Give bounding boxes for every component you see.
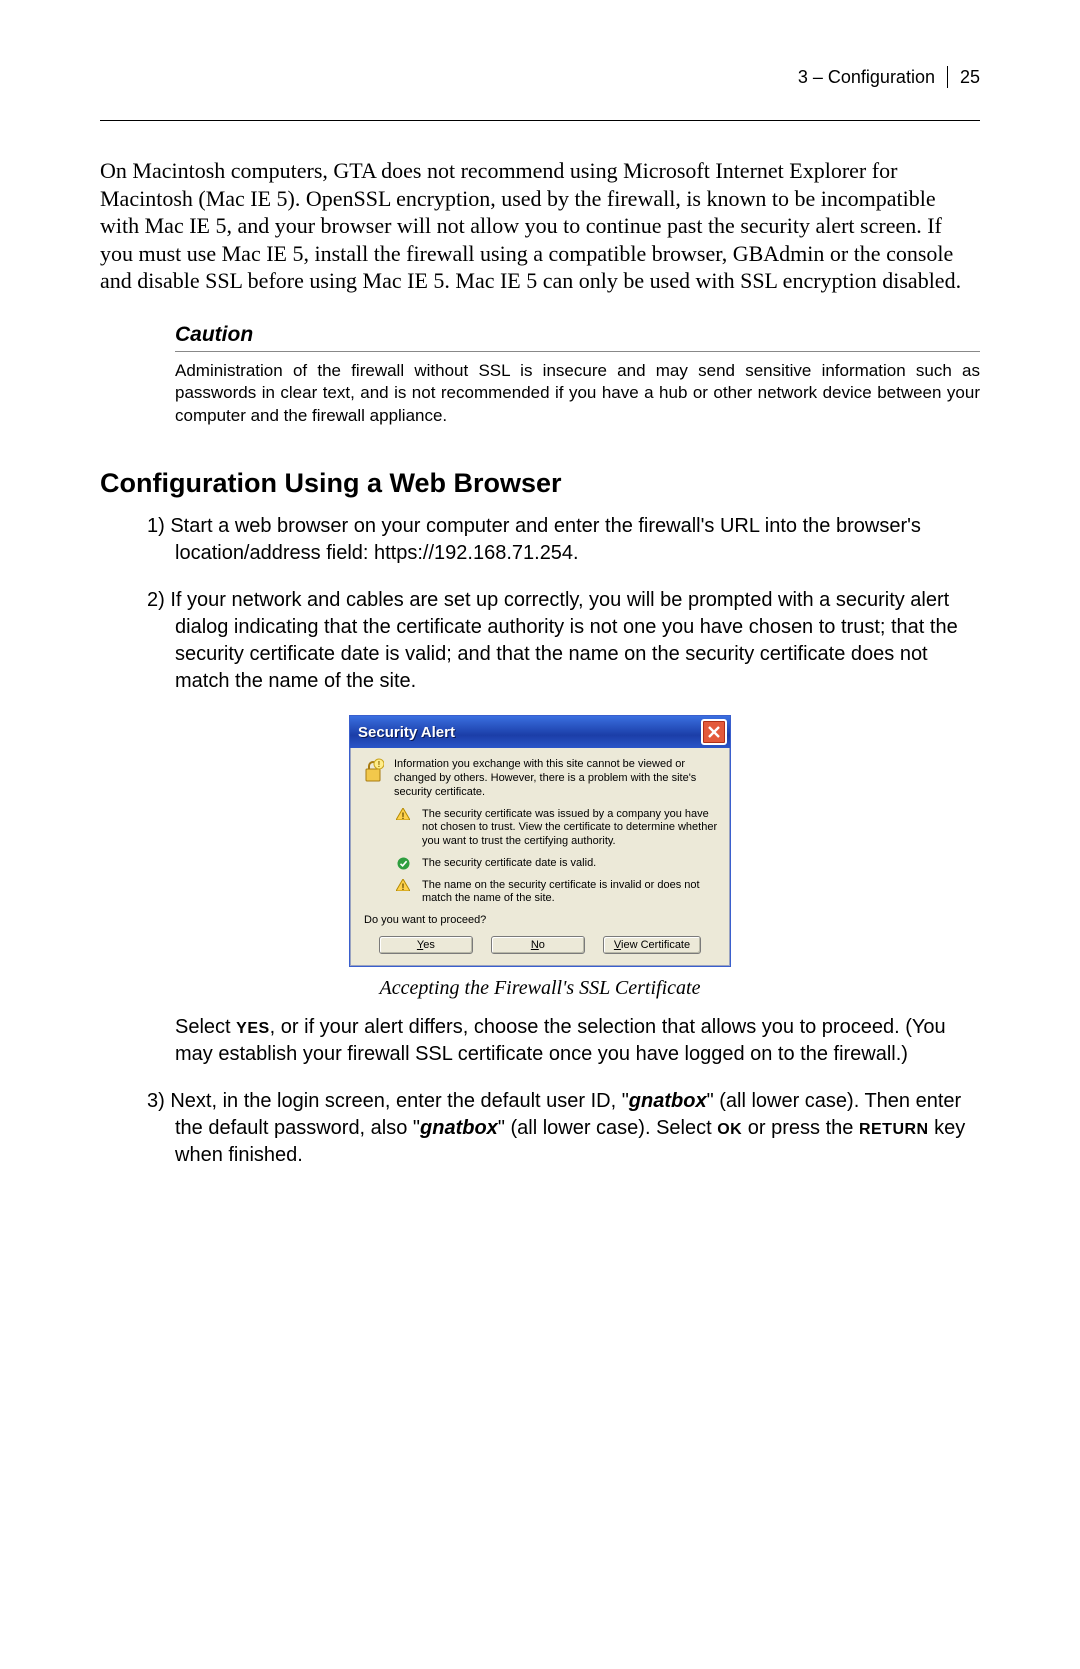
caution-block: Caution Administration of the firewall w…	[100, 323, 980, 429]
view-certificate-button[interactable]: View Certificate	[603, 936, 701, 954]
dialog-button-row: Yes No View Certificate	[362, 936, 718, 954]
step-1: 1) Start a web browser on your computer …	[100, 513, 980, 567]
dialog-item-1: The security certificate was issued by a…	[422, 808, 718, 849]
warning-triangle-icon: !	[394, 808, 412, 849]
caution-body: Administration of the firewall without S…	[175, 360, 980, 429]
check-circle-icon	[394, 857, 412, 871]
header-rule	[100, 120, 980, 121]
dialog-body: ! Information you exchange with this sit…	[350, 748, 730, 966]
caution-rule	[175, 351, 980, 352]
dialog-figure: Security Alert ! Information yo	[100, 715, 980, 967]
page-header: 3 – Configuration 25	[100, 66, 980, 88]
yes-label: YES	[236, 1020, 270, 1037]
return-key-label: RETURN	[859, 1121, 929, 1138]
step-2: 2) If your network and cables are set up…	[100, 587, 980, 695]
default-password: gnatbox	[420, 1117, 498, 1139]
dialog-proceed-text: Do you want to proceed?	[364, 914, 718, 926]
header-page-number: 25	[950, 67, 980, 88]
default-userid: gnatbox	[629, 1090, 707, 1112]
svg-text:!: !	[402, 882, 405, 891]
svg-text:!: !	[402, 811, 405, 820]
ok-label: OK	[717, 1121, 742, 1138]
dialog-titlebar: Security Alert	[350, 716, 730, 748]
document-page: 3 – Configuration 25 On Macintosh comput…	[0, 0, 1080, 1669]
step-2-continuation: Select YES, or if your alert differs, ch…	[100, 1014, 980, 1068]
text: Select	[175, 1016, 236, 1038]
text: or press the	[742, 1117, 859, 1139]
no-button[interactable]: No	[491, 936, 585, 954]
yes-button[interactable]: Yes	[379, 936, 473, 954]
svg-text:!: !	[378, 760, 381, 769]
dialog-item-2: The security certificate date is valid.	[422, 857, 718, 871]
close-icon[interactable]	[701, 719, 727, 745]
text: , or if your alert differs, choose the s…	[175, 1016, 946, 1065]
caution-heading: Caution	[175, 323, 980, 347]
dialog-intro-text: Information you exchange with this site …	[394, 758, 718, 799]
text: " (all lower case). Select	[498, 1117, 717, 1139]
header-separator	[947, 66, 948, 88]
lock-warning-icon: !	[362, 758, 384, 799]
section-heading: Configuration Using a Web Browser	[100, 468, 980, 499]
text: 3) Next, in the login screen, enter the …	[147, 1090, 629, 1112]
step-3: 3) Next, in the login screen, enter the …	[100, 1088, 980, 1169]
warning-triangle-icon: !	[394, 879, 412, 907]
intro-paragraph: On Macintosh computers, GTA does not rec…	[100, 157, 980, 295]
dialog-title: Security Alert	[358, 724, 455, 741]
figure-caption: Accepting the Firewall's SSL Certificate	[100, 977, 980, 1000]
security-alert-dialog: Security Alert ! Information yo	[349, 715, 731, 967]
dialog-item-3: The name on the security certificate is …	[422, 879, 718, 907]
header-chapter: 3 – Configuration	[798, 67, 945, 88]
